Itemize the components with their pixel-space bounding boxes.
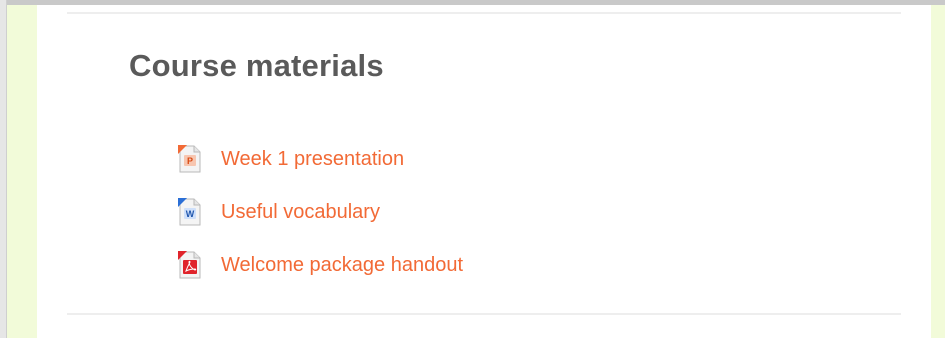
section-title: Course materials xyxy=(129,48,384,83)
powerpoint-file-icon[interactable]: P xyxy=(177,144,203,174)
activity-item: Welcome package handout xyxy=(177,237,463,293)
course-section: Course materials P Week 1 presentation W… xyxy=(37,5,931,338)
left-page-margin xyxy=(7,5,37,338)
svg-text:P: P xyxy=(187,156,193,166)
svg-text:W: W xyxy=(186,209,195,219)
pdf-file-icon[interactable] xyxy=(177,250,203,280)
word-file-icon[interactable]: W xyxy=(177,197,203,227)
activity-link-welcome-package-handout[interactable]: Welcome package handout xyxy=(221,254,463,277)
section-divider-bottom xyxy=(67,313,901,315)
activity-list: P Week 1 presentation W Useful vocabular… xyxy=(177,131,463,293)
activity-item: W Useful vocabulary xyxy=(177,184,463,240)
window-left-border xyxy=(0,0,7,338)
activity-link-useful-vocabulary[interactable]: Useful vocabulary xyxy=(221,201,380,224)
right-page-margin xyxy=(931,5,945,338)
section-divider-top xyxy=(67,12,901,14)
activity-link-week-1-presentation[interactable]: Week 1 presentation xyxy=(221,148,404,171)
activity-item: P Week 1 presentation xyxy=(177,131,463,187)
